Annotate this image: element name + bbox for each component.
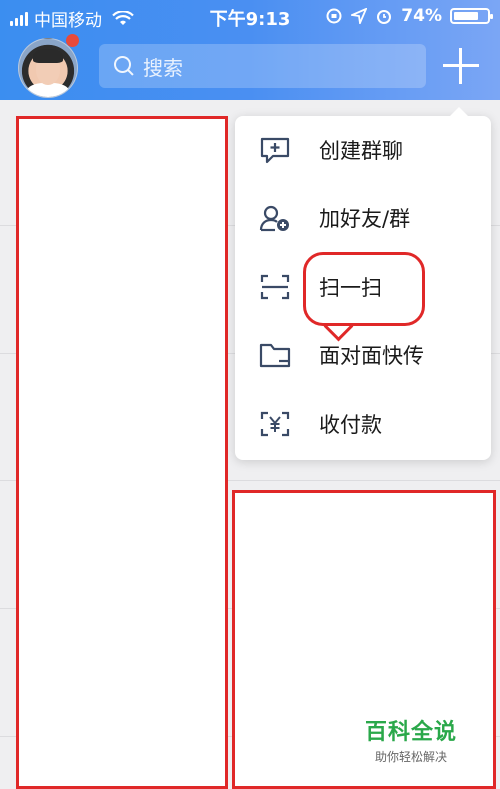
scan-highlight-callout: [303, 252, 425, 326]
menu-item-label: 收付款: [319, 413, 382, 437]
battery-icon: [450, 8, 493, 24]
search-placeholder: 搜索: [143, 55, 183, 80]
menu-item-add-friend[interactable]: 加好友/群: [235, 190, 491, 246]
menu-item-label: 创建群聊: [319, 139, 403, 163]
menu-item-payment[interactable]: 收付款: [235, 396, 491, 452]
notification-dot: [66, 34, 79, 47]
battery-percent: 74%: [401, 6, 442, 26]
avatar[interactable]: [18, 38, 78, 98]
chat-plus-icon: [260, 137, 290, 164]
yuan-scan-icon: [260, 411, 290, 437]
watermark: 百科全说 助你轻松解决: [356, 714, 466, 765]
rotation-lock-icon: [326, 8, 342, 24]
scan-icon: [260, 274, 290, 300]
location-icon: [351, 8, 368, 24]
watermark-title: 百科全说: [364, 720, 457, 745]
search-icon: [113, 55, 135, 77]
search-input[interactable]: 搜索: [99, 44, 426, 88]
status-bar: 中国移动 下午9:13 74%: [0, 0, 500, 34]
menu-item-face-to-face[interactable]: 面对面快传: [235, 327, 491, 383]
menu-item-label: 面对面快传: [319, 344, 424, 368]
menu-item-label: 加好友/群: [319, 207, 411, 231]
folder-icon: [259, 343, 291, 368]
alarm-icon: [377, 10, 392, 24]
status-icons: 74%: [325, 6, 493, 26]
add-friend-icon: [259, 205, 289, 232]
menu-item-create-group[interactable]: 创建群聊: [235, 122, 491, 178]
watermark-subtitle: 助你轻松解决: [374, 750, 447, 764]
add-plus-button[interactable]: [443, 48, 479, 84]
redacted-panel-left: [16, 116, 228, 789]
